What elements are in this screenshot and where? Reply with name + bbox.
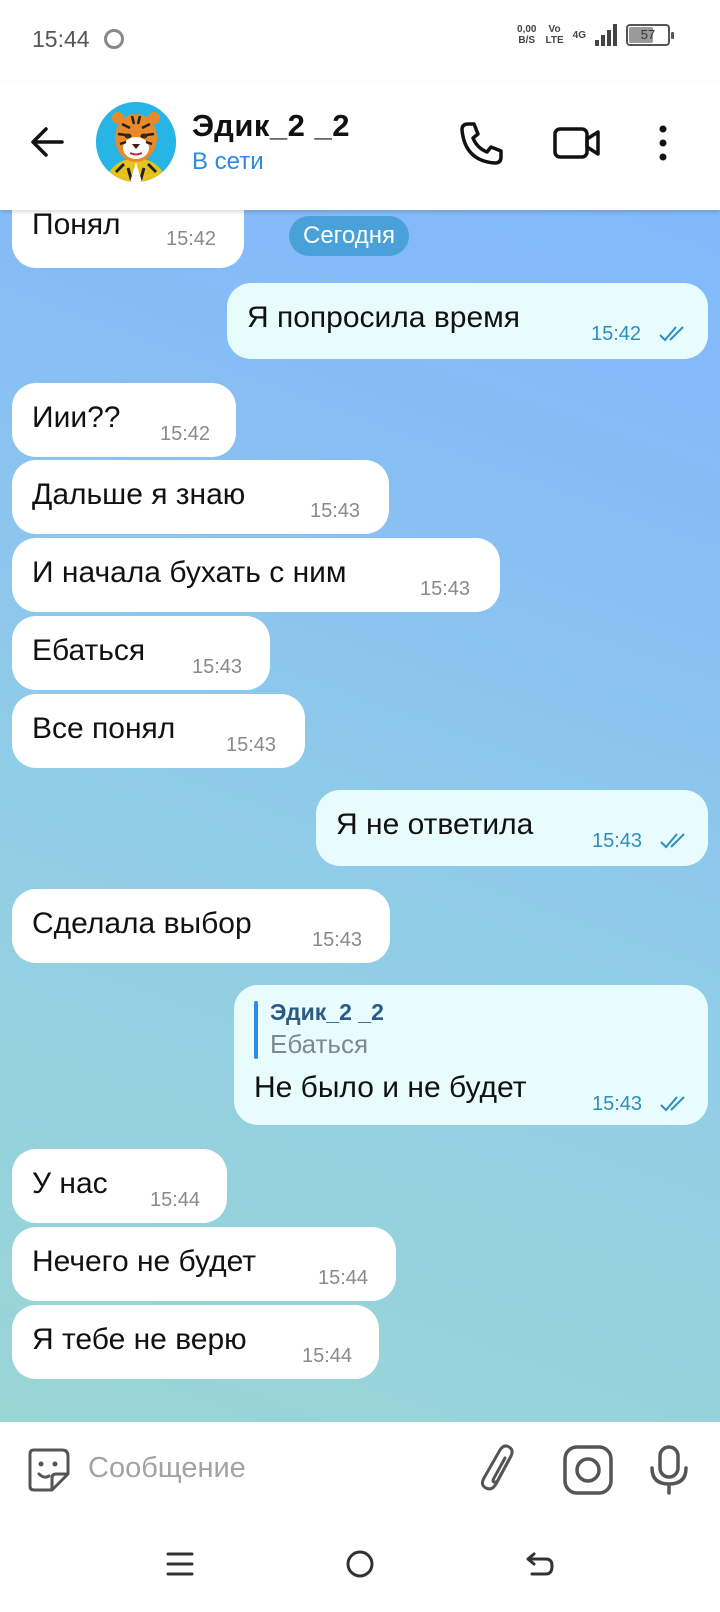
message-text: Я попросила время [247,301,521,334]
phone-icon [460,122,503,165]
tiger-avatar-icon [96,102,176,182]
message-time: 15:42 [591,323,642,345]
attach-button[interactable] [476,1444,528,1496]
reply-bar [254,1001,258,1059]
message-text: Все понял [32,712,176,745]
date-divider: Сегодня [289,216,409,256]
message-input[interactable]: Сообщение [88,1452,246,1485]
read-ticks-icon [660,833,685,849]
status-time: 15:44 [32,26,90,52]
message-text: Дальше я знаю [32,478,246,511]
contact-status: В сети [192,148,264,175]
call-button[interactable] [456,118,506,168]
message-text: Я тебе не верю [32,1323,247,1356]
sticker-icon [28,1448,70,1492]
data-saver-icon [104,29,124,49]
message-time: 15:43 [592,830,643,852]
camera-button[interactable] [562,1444,614,1496]
net-speed-unit: B/S [518,35,536,46]
message-time: 15:43 [226,734,277,756]
message-bubble[interactable]: Все понял 15:43 [12,694,305,768]
more-options-button[interactable] [648,118,678,168]
message-bubble[interactable]: Иии?? 15:42 [12,383,236,457]
message-bubble[interactable]: Я не ответила 15:43 [316,790,708,866]
video-camera-icon [553,127,600,159]
net-speed-value: 0,00 [517,24,537,35]
message-bubble[interactable]: Сделала выбор 15:43 [12,889,390,963]
back-icon [526,1552,554,1576]
status-icons: 0,00 B/S Vo LTE 4G 57 [517,24,674,46]
message-time: 15:43 [310,500,361,522]
microphone-icon [650,1445,688,1495]
read-ticks-icon [660,1096,685,1112]
message-text: Понял [32,210,121,241]
network-type: 4G [572,29,586,41]
reply-quote-name[interactable]: Эдик_2 _2 [270,999,384,1026]
message-text: Иии?? [32,401,121,434]
message-composer: Сообщение [0,1422,720,1516]
message-text: И начала бухать с ним [32,556,347,589]
message-text: Сделала выбор [32,907,252,940]
message-time: 15:42 [166,228,217,250]
voice-button[interactable] [646,1444,692,1496]
back-button[interactable] [26,120,70,164]
message-bubble[interactable]: Нечего не будет 15:44 [12,1227,396,1301]
home-button[interactable] [340,1544,380,1584]
volte-bottom: LTE [545,35,564,46]
net-speed: 0,00 B/S [517,24,536,46]
message-bubble[interactable]: Понял 15:42 [12,210,244,268]
message-time: 15:44 [150,1189,201,1211]
more-vert-icon [659,125,667,161]
volte-indicator: Vo LTE [546,24,564,46]
volte-top: Vo [548,24,561,35]
message-bubble[interactable]: Дальше я знаю 15:43 [12,460,389,534]
battery-level: 57 [640,27,656,42]
contact-name[interactable]: Эдик_2 _2 [192,108,350,144]
message-text: Нечего не будет [32,1245,257,1278]
message-bubble[interactable]: У нас 15:44 [12,1149,227,1223]
message-bubble[interactable]: И начала бухать с ним 15:43 [12,538,500,612]
recents-button[interactable] [160,1544,200,1584]
message-bubble[interactable]: Я попросила время 15:42 [227,283,708,359]
home-icon [346,1550,374,1578]
back-arrow-icon [31,127,64,157]
attach-icon [480,1444,514,1491]
message-text: У нас [32,1167,108,1200]
back-nav-button[interactable] [520,1544,560,1584]
video-call-button[interactable] [552,118,602,168]
reply-quote-text[interactable]: Ебаться [270,1029,368,1060]
sticker-button[interactable] [22,1444,74,1496]
message-time: 15:43 [192,656,243,678]
message-time: 15:43 [420,578,471,600]
message-bubble[interactable]: Я тебе не верю 15:44 [12,1305,379,1379]
avatar[interactable] [96,102,176,182]
message-bubble[interactable]: Ебаться 15:43 [12,616,270,690]
chat-header: Эдик_2 _2 В сети [0,82,720,210]
signal-icon [595,24,617,46]
battery-icon: 57 [626,24,674,46]
read-ticks-icon [659,326,684,342]
menu-icon [166,1552,194,1576]
system-nav-bar [0,1516,720,1612]
camera-icon [563,1445,613,1495]
message-time: 15:43 [592,1093,643,1115]
message-bubble-reply[interactable]: Эдик_2 _2 Ебаться Не было и не будет 15:… [234,985,708,1125]
message-text: Ебаться [32,634,146,667]
status-bar: 15:44 0,00 B/S Vo LTE 4G 57 [0,0,720,82]
message-time: 15:43 [312,929,363,951]
message-text: Я не ответила [336,808,534,841]
message-time: 15:44 [318,1267,369,1289]
message-time: 15:44 [302,1345,353,1367]
chat-area[interactable]: Сегодня Понял 15:42 Я попросила время 15… [0,210,720,1422]
message-text: Не было и не будет [254,1071,527,1104]
message-time: 15:42 [160,423,211,445]
